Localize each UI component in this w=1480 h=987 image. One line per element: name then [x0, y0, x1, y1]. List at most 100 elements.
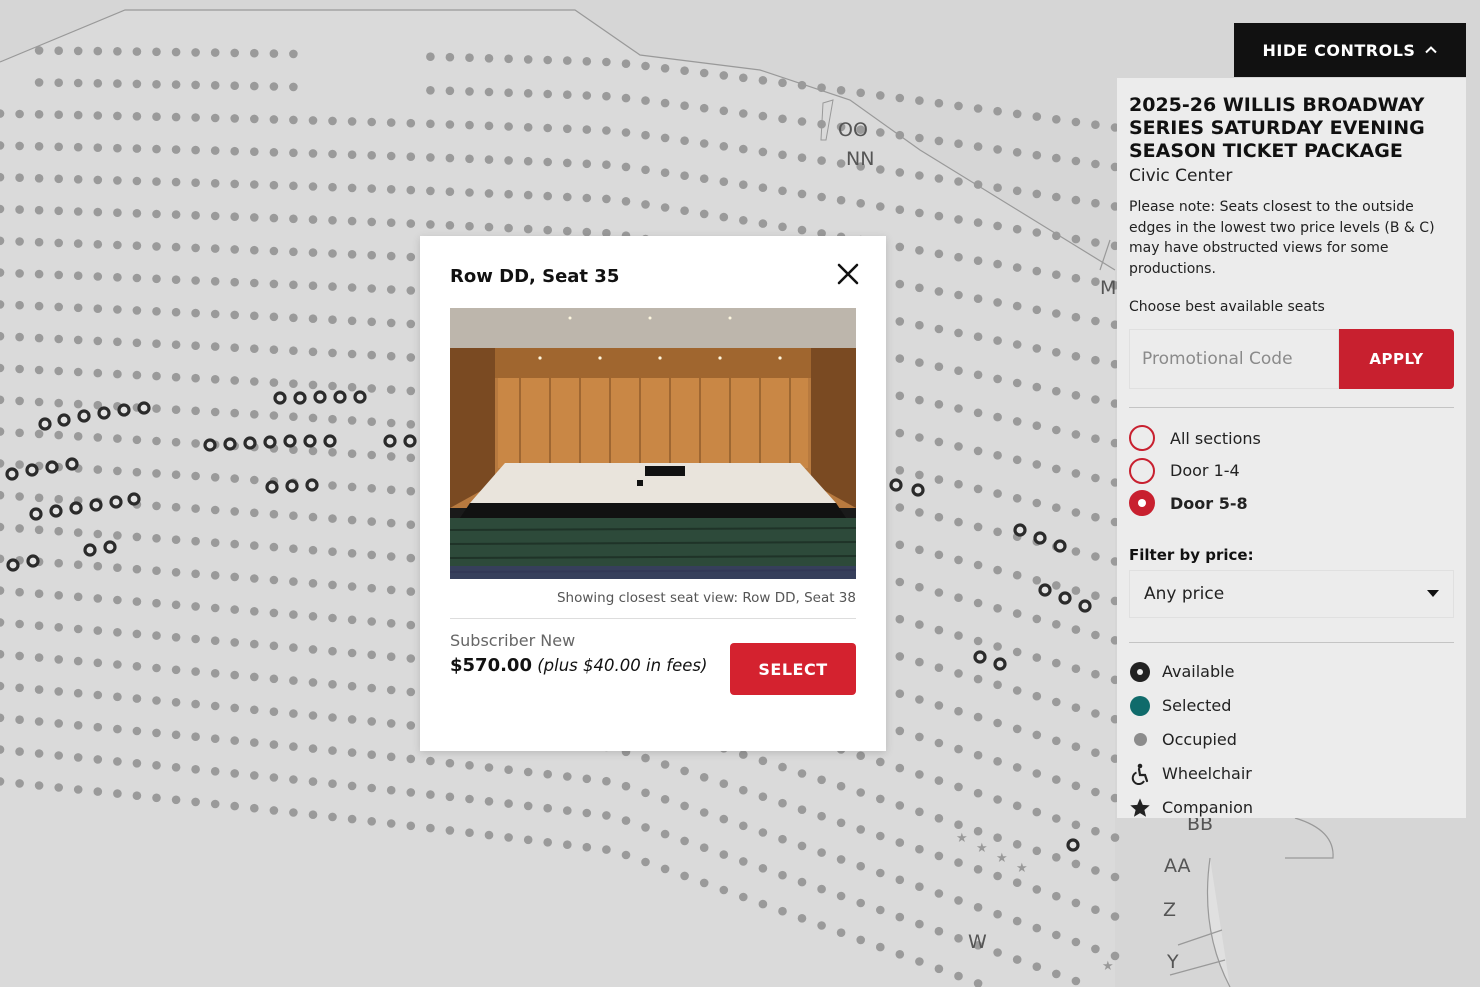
price-filter-value: Any price	[1144, 583, 1225, 604]
occupied-seat	[328, 580, 337, 590]
available-seat[interactable]	[49, 504, 63, 518]
available-seat[interactable]	[1033, 531, 1047, 545]
occupied-seat	[308, 645, 318, 654]
available-seat[interactable]	[889, 478, 903, 492]
available-seat[interactable]	[89, 498, 103, 512]
available-seat[interactable]	[29, 507, 43, 521]
available-seat[interactable]	[26, 554, 40, 568]
radio-selected-icon[interactable]	[1129, 490, 1155, 517]
occupied-seat	[73, 175, 83, 184]
available-seat[interactable]	[285, 479, 299, 493]
available-seat[interactable]	[83, 543, 97, 557]
occupied-seat	[93, 722, 103, 732]
select-seat-button[interactable]: SELECT	[730, 643, 856, 695]
occupied-seat	[152, 469, 161, 478]
occupied-seat	[210, 244, 220, 253]
occupied-seat	[1071, 976, 1081, 986]
available-seat[interactable]	[265, 480, 279, 494]
occupied-seat	[895, 354, 905, 363]
available-seat[interactable]	[25, 463, 39, 477]
available-seat[interactable]	[77, 409, 91, 423]
available-seat[interactable]	[993, 657, 1007, 671]
occupied-seat	[386, 452, 396, 461]
occupied-seat	[210, 407, 220, 417]
occupied-seat	[445, 153, 455, 163]
occupied-seat	[719, 814, 729, 824]
available-seat[interactable]	[103, 540, 117, 554]
available-seat[interactable]	[323, 434, 337, 448]
available-seat[interactable]	[911, 483, 925, 497]
available-seat[interactable]	[1013, 523, 1027, 537]
available-seat[interactable]	[45, 460, 59, 474]
occupied-seat	[367, 550, 377, 560]
available-seat[interactable]	[383, 434, 397, 448]
available-seat[interactable]	[973, 650, 987, 664]
occupied-seat	[1032, 498, 1042, 508]
occupied-seat	[1091, 395, 1100, 404]
available-seat[interactable]	[223, 437, 237, 451]
available-seat[interactable]	[293, 391, 307, 405]
occupied-seat	[347, 814, 357, 824]
available-seat[interactable]	[117, 403, 131, 417]
occupied-seat	[367, 617, 377, 626]
occupied-seat	[367, 450, 377, 460]
available-seat[interactable]	[203, 438, 217, 452]
available-seat[interactable]	[65, 457, 79, 471]
available-seat[interactable]	[273, 391, 287, 405]
available-seat[interactable]	[97, 406, 111, 420]
occupied-seat	[308, 347, 318, 357]
available-seat[interactable]	[137, 401, 151, 415]
occupied-seat	[797, 189, 807, 199]
occupied-seat	[73, 303, 83, 313]
available-seat[interactable]	[109, 495, 123, 509]
radio-door-1-4[interactable]: Door 1-4	[1129, 455, 1454, 488]
occupied-seat	[15, 779, 24, 788]
occupied-seat	[210, 309, 220, 319]
available-seat[interactable]	[283, 434, 297, 448]
radio-circle-icon[interactable]	[1129, 457, 1155, 484]
occupied-seat	[269, 49, 279, 58]
occupied-seat	[191, 797, 200, 807]
close-icon[interactable]	[836, 262, 860, 286]
occupied-seat	[171, 763, 181, 772]
occupied-seat	[386, 485, 396, 495]
available-seat[interactable]	[1078, 599, 1092, 613]
available-seat[interactable]	[6, 558, 20, 572]
occupied-seat	[406, 252, 416, 262]
available-seat[interactable]	[127, 492, 141, 506]
available-seat[interactable]	[303, 434, 317, 448]
available-seat[interactable]	[5, 467, 19, 481]
occupied-seat	[406, 721, 416, 730]
apply-button[interactable]: APPLY	[1339, 329, 1454, 389]
available-seat[interactable]	[1066, 838, 1080, 852]
available-seat[interactable]	[69, 501, 83, 515]
available-seat[interactable]	[38, 417, 52, 431]
available-seat[interactable]	[1053, 539, 1067, 553]
occupied-seat	[778, 78, 787, 88]
hide-controls-button[interactable]: HIDE CONTROLS	[1234, 23, 1466, 77]
available-seat[interactable]	[333, 390, 347, 404]
promo-code-input[interactable]	[1129, 329, 1339, 389]
available-seat[interactable]	[1058, 591, 1072, 605]
radio-door-5-8[interactable]: Door 5-8	[1129, 487, 1454, 520]
radio-all-sections[interactable]: All sections	[1129, 422, 1454, 455]
occupied-seat	[523, 190, 533, 200]
available-seat[interactable]	[243, 436, 257, 450]
occupied-seat	[973, 788, 983, 798]
price-filter-select[interactable]: Any price	[1129, 569, 1454, 618]
available-seat[interactable]	[263, 435, 277, 449]
occupied-seat	[250, 410, 259, 419]
available-seat[interactable]	[57, 413, 71, 427]
occupied-seat	[778, 870, 787, 880]
occupied-seat	[15, 173, 24, 182]
available-seat[interactable]	[403, 434, 417, 448]
available-seat[interactable]	[353, 390, 367, 404]
radio-circle-icon[interactable]	[1129, 425, 1155, 452]
available-seat[interactable]	[313, 390, 327, 404]
occupied-seat	[328, 448, 337, 457]
available-seat[interactable]	[1038, 583, 1052, 597]
occupied-seat	[406, 821, 416, 831]
occupied-seat	[191, 602, 200, 611]
available-seat[interactable]	[305, 478, 319, 492]
occupied-seat	[191, 178, 200, 187]
